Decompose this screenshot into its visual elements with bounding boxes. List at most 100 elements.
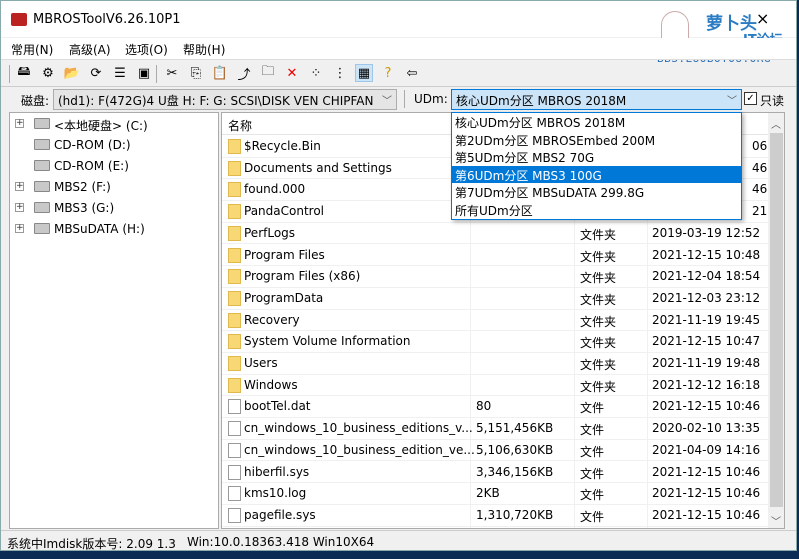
drive-icon: [34, 202, 50, 213]
list-icon[interactable]: ⋮: [331, 64, 349, 82]
tree-item[interactable]: CD-ROM (E:): [10, 156, 218, 176]
file-row[interactable]: pagefile.sys 1,310,720KB 文件 2021-12-15 10:4…: [222, 505, 768, 527]
file-date: 2019-03-19 12:52: [652, 225, 761, 240]
file-row[interactable]: cn_windows_10_business_edition_ve... 5,10…: [222, 440, 768, 462]
folder-open-icon[interactable]: 📂: [63, 64, 81, 82]
menu-common[interactable]: 常用(N): [11, 41, 53, 58]
file-size: 2KB: [476, 486, 500, 501]
drive-tree: + <本地硬盘> (C:) CD-ROM (D:) CD-ROM (E:) + MBS2 …: [9, 112, 219, 529]
file-row[interactable]: bootTel.dat 80 文件 2021-12-15 10:46: [222, 396, 768, 419]
file-name: Program Files: [244, 247, 325, 262]
file-row[interactable]: Program Files 文件夹 2021-12-15 10:48: [222, 245, 768, 267]
file-row[interactable]: ProgramData 文件夹 2021-12-03 23:12: [222, 288, 768, 310]
file-name: Documents and Settings: [244, 160, 392, 175]
file-row[interactable]: Recovery 文件夹 2021-11-19 19:45: [222, 310, 768, 332]
file-size: 80: [476, 399, 492, 414]
file-date-partial: 46: [752, 160, 768, 175]
title-bar: MBROSToolV6.26.10P1 萝卜头 IT论坛 BBS.LUOBOTO…: [1, 1, 796, 65]
tree-item-label: MBS2 (F:): [54, 180, 111, 194]
vertical-scrollbar[interactable]: ︿ ﹀: [768, 113, 784, 528]
file-date: 2021-12-15 10:48: [652, 247, 761, 262]
file-name: Program Files (x86): [244, 269, 361, 284]
expand-icon[interactable]: +: [15, 182, 24, 191]
file-row[interactable]: PerfLogs 文件夹 2019-03-19 12:52: [222, 223, 768, 245]
new-folder-icon[interactable]: 🗀: [259, 64, 277, 82]
scroll-down-icon[interactable]: ﹀: [771, 513, 781, 528]
file-name: bootTel.dat: [244, 399, 311, 414]
file-date: 2020-02-10 13:35: [652, 421, 761, 436]
tree-item[interactable]: + <本地硬盘> (C:): [10, 114, 218, 134]
tree-item-label: CD-ROM (E:): [54, 159, 129, 173]
file-name: $Recycle.Bin: [244, 139, 321, 153]
file-icon: [228, 507, 241, 523]
disk-combo[interactable]: (hd1): F(472G)4 U盘 H: F: G: SCSI\DISK VE…: [53, 89, 397, 110]
file-name: pagefile.sys: [244, 507, 316, 522]
refresh-icon[interactable]: ⟳: [87, 64, 105, 82]
udm-combo[interactable]: 核心UDm分区 MBROS 2018M ﹀: [451, 89, 742, 110]
expand-icon[interactable]: +: [15, 119, 24, 128]
file-date: 2021-12-03 23:12: [652, 290, 761, 305]
file-name: found.000: [244, 182, 306, 197]
paste-icon[interactable]: 📋: [211, 64, 229, 82]
file-row[interactable]: cn_windows_10_business_editions_v... 5,15…: [222, 418, 768, 440]
file-date: 2021-12-15 10:46: [652, 399, 761, 414]
window-title: MBROSToolV6.26.10P1: [33, 12, 181, 27]
toolbar: 🖴 ⚙ 📂 ⟳ ☰ ▣ ✂ ⎘ 📋 ⤴ 🗀 ✕ ⁘ ⋮ ▦? ⇦: [1, 61, 796, 87]
udm-option[interactable]: 第6UDm分区 MBS3 100G: [452, 165, 741, 183]
folder-icon: [228, 334, 241, 350]
file-row[interactable]: kms10.log 2KB 文件 2021-12-15 10:46: [222, 483, 768, 505]
file-type: 文件: [580, 423, 605, 438]
gear-icon[interactable]: ⚙: [39, 64, 57, 82]
file-name: hiberfil.sys: [244, 464, 310, 479]
drive-icon: [34, 223, 50, 234]
delete-icon[interactable]: ✕: [283, 64, 301, 82]
drive-icon: [34, 160, 50, 171]
file-name: Users: [244, 356, 278, 370]
scroll-up-icon[interactable]: ︿: [771, 116, 781, 131]
file-row[interactable]: Windows 文件夹 2021-12-12 16:18: [222, 375, 768, 397]
expand-icon[interactable]: +: [15, 203, 24, 212]
image-window-icon[interactable]: ▣: [135, 64, 153, 82]
file-name: PerfLogs: [244, 225, 296, 240]
column-name-header[interactable]: 名称: [228, 117, 252, 134]
readonly-checkbox[interactable]: ✓: [744, 92, 757, 105]
small-icons-icon[interactable]: ⁘: [307, 64, 325, 82]
disk-selector-row: 磁盘: (hd1): F(472G)4 U盘 H: F: G: SCSI\DIS…: [1, 88, 796, 111]
details-icon[interactable]: ▦: [355, 64, 373, 82]
file-type: 文件: [580, 466, 605, 481]
tree-item[interactable]: + MBSuDATA (H:): [10, 219, 218, 239]
help-icon[interactable]: ?: [379, 64, 397, 82]
udm-option[interactable]: 第7UDm分区 MBSuDATA 299.8G: [452, 183, 741, 201]
file-date: 2021-11-19 19:45: [652, 312, 761, 327]
scroll-thumb[interactable]: [770, 133, 783, 507]
file-type: 文件夹: [580, 271, 617, 286]
list-view-icon[interactable]: ☰: [111, 64, 129, 82]
disk-tool-icon[interactable]: 🖴: [15, 64, 33, 82]
file-type: 文件夹: [580, 249, 617, 264]
file-row[interactable]: Program Files (x86) 文件夹 2021-12-04 18:54: [222, 266, 768, 288]
expand-icon[interactable]: +: [15, 224, 24, 233]
folder-icon: [228, 225, 241, 241]
exit-icon[interactable]: ⇦: [403, 64, 421, 82]
file-type: 文件夹: [580, 379, 617, 394]
tree-item[interactable]: CD-ROM (D:): [10, 135, 218, 155]
udm-option[interactable]: 核心UDm分区 MBROS 2018M: [452, 113, 741, 131]
udm-option[interactable]: 第5UDm分区 MBS2 70G: [452, 148, 741, 166]
menu-advanced[interactable]: 高级(A): [69, 41, 111, 58]
up-folder-icon[interactable]: ⤴: [235, 64, 253, 83]
file-row[interactable]: Users 文件夹 2021-11-19 19:48: [222, 353, 768, 375]
cut-icon[interactable]: ✂: [163, 64, 181, 82]
file-date: 2021-12-04 18:54: [652, 269, 761, 284]
file-row[interactable]: hiberfil.sys 3,346,156KB 文件 2021-12-15 10:4…: [222, 462, 768, 484]
menu-help[interactable]: 帮助(H): [183, 41, 225, 58]
file-row[interactable]: System Volume Information 文件夹 2021-12-15 1…: [222, 331, 768, 353]
copy-icon[interactable]: ⎘: [187, 64, 205, 82]
udm-option[interactable]: 所有UDm分区: [452, 201, 741, 219]
udm-option[interactable]: 第2UDm分区 MBROSEmbed 200M: [452, 131, 741, 149]
file-name: System Volume Information: [244, 334, 411, 349]
menu-options[interactable]: 选项(O): [125, 41, 168, 58]
file-icon: [228, 486, 241, 502]
close-button[interactable]: ×: [756, 9, 769, 28]
tree-item[interactable]: + MBS3 (G:): [10, 198, 218, 218]
tree-item[interactable]: + MBS2 (F:): [10, 177, 218, 197]
